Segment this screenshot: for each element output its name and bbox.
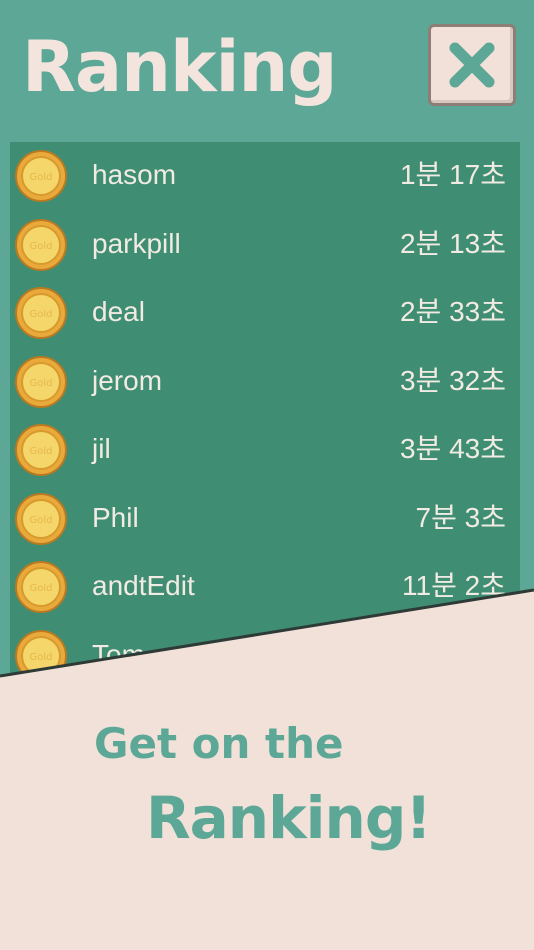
promo-headline: Get on the (94, 719, 344, 768)
promo-subheadline: Ranking! (146, 784, 432, 852)
